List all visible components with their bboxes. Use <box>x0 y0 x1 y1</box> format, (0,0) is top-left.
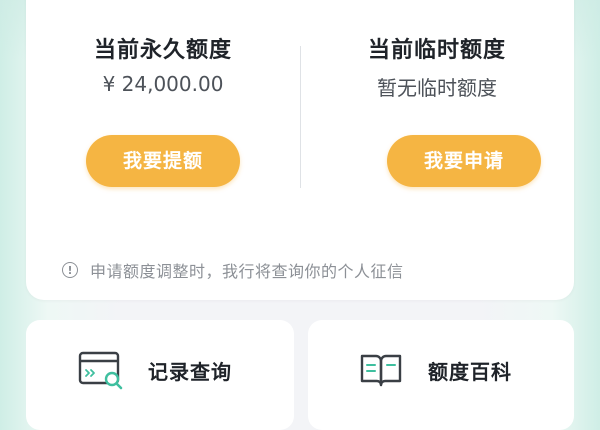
quota-encyclopedia-label: 额度百科 <box>428 360 512 384</box>
increase-quota-button[interactable]: 我要提额 <box>86 135 240 187</box>
quota-card: 当前永久额度 ¥ 24,000.00 我要提额 当前临时额度 暂无临时额度 我要… <box>26 0 574 300</box>
info-circle-icon: ! <box>62 262 78 278</box>
credit-check-notice: ! 申请额度调整时，我行将查询你的个人征信 <box>62 258 404 282</box>
permanent-quota-title: 当前永久额度 <box>93 38 232 63</box>
record-query-tile[interactable]: 记录查询 <box>26 320 294 430</box>
record-query-label: 记录查询 <box>148 360 232 384</box>
notice-text: 申请额度调整时，我行将查询你的个人征信 <box>90 262 404 281</box>
open-book-icon <box>358 350 404 390</box>
temporary-quota-title: 当前临时额度 <box>367 38 506 63</box>
permanent-quota-section: 当前永久额度 ¥ 24,000.00 我要提额 <box>26 0 300 230</box>
apply-temporary-quota-button[interactable]: 我要申请 <box>387 135 541 187</box>
temporary-quota-section: 当前临时额度 暂无临时额度 我要申请 <box>300 0 574 230</box>
permanent-quota-value: ¥ 24,000.00 <box>102 72 224 96</box>
record-search-icon <box>78 350 124 390</box>
temporary-quota-value: 暂无临时额度 <box>377 76 497 100</box>
quota-encyclopedia-tile[interactable]: 额度百科 <box>308 320 574 430</box>
